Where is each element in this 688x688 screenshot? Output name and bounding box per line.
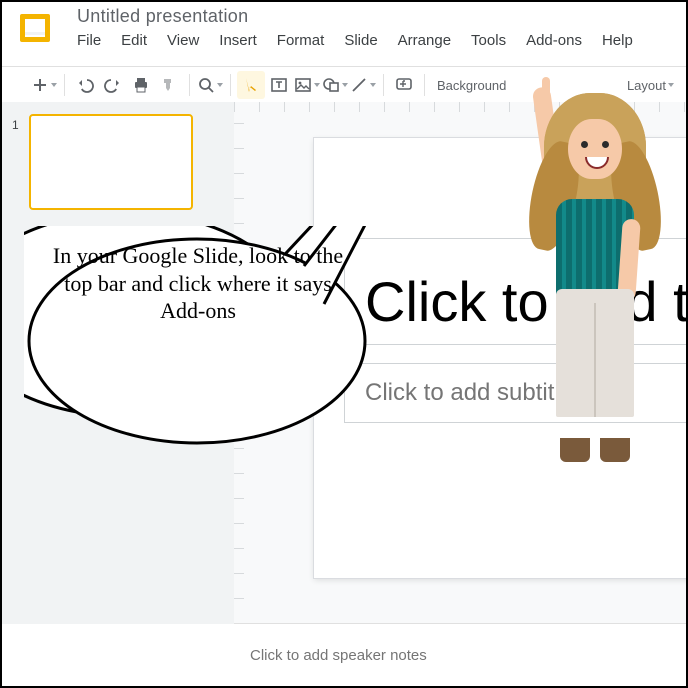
textbox-button[interactable] bbox=[265, 71, 293, 99]
chevron-down-icon bbox=[370, 83, 376, 87]
menu-bar: File Edit View Insert Format Slide Arran… bbox=[77, 30, 643, 51]
menu-edit[interactable]: Edit bbox=[111, 30, 157, 51]
menu-file[interactable]: File bbox=[77, 30, 111, 51]
select-tool[interactable] bbox=[237, 71, 265, 99]
redo-button[interactable] bbox=[99, 71, 127, 99]
chevron-down-icon bbox=[668, 83, 674, 87]
paint-format-button[interactable] bbox=[155, 71, 183, 99]
speech-bubble-text: In your Google Slide, look to the top ba… bbox=[48, 242, 348, 325]
image-button[interactable] bbox=[293, 71, 321, 99]
subtitle-placeholder[interactable]: Click to add subtitle bbox=[344, 363, 688, 423]
document-title[interactable]: Untitled presentation bbox=[77, 6, 643, 27]
title-text: Click to add title bbox=[365, 269, 688, 334]
layout-button[interactable]: Layout bbox=[621, 78, 680, 93]
thumbnail-number: 1 bbox=[12, 118, 19, 132]
comment-button[interactable] bbox=[390, 71, 418, 99]
undo-button[interactable] bbox=[71, 71, 99, 99]
app-logo[interactable] bbox=[17, 10, 53, 46]
speaker-notes[interactable]: Click to add speaker notes bbox=[234, 623, 686, 686]
chevron-down-icon bbox=[342, 83, 348, 87]
zoom-button[interactable] bbox=[196, 71, 224, 99]
print-button[interactable] bbox=[127, 71, 155, 99]
menu-tools[interactable]: Tools bbox=[461, 30, 516, 51]
new-slide-button[interactable] bbox=[30, 71, 58, 99]
background-button[interactable]: Background bbox=[431, 78, 512, 93]
speaker-notes-placeholder: Click to add speaker notes bbox=[250, 647, 427, 664]
menu-insert[interactable]: Insert bbox=[209, 30, 267, 51]
line-button[interactable] bbox=[349, 71, 377, 99]
title-placeholder[interactable]: Click to add title bbox=[344, 238, 688, 345]
screenshot-frame: Untitled presentation File Edit View Ins… bbox=[0, 0, 688, 688]
toolbar: Background Layout bbox=[2, 66, 686, 104]
subtitle-text: Click to add subtitle bbox=[365, 379, 688, 407]
slide-thumbnail[interactable] bbox=[29, 114, 193, 210]
chevron-down-icon bbox=[217, 83, 223, 87]
menu-format[interactable]: Format bbox=[267, 30, 335, 51]
shape-button[interactable] bbox=[321, 71, 349, 99]
menu-view[interactable]: View bbox=[157, 30, 209, 51]
slide[interactable]: Click to add title Click to add subtitle bbox=[314, 138, 688, 578]
layout-label: Layout bbox=[627, 78, 666, 93]
menu-help[interactable]: Help bbox=[592, 30, 643, 51]
menu-slide[interactable]: Slide bbox=[334, 30, 387, 51]
menu-arrange[interactable]: Arrange bbox=[388, 30, 461, 51]
chevron-down-icon bbox=[314, 83, 320, 87]
chevron-down-icon bbox=[51, 83, 57, 87]
menu-addons[interactable]: Add-ons bbox=[516, 30, 592, 51]
